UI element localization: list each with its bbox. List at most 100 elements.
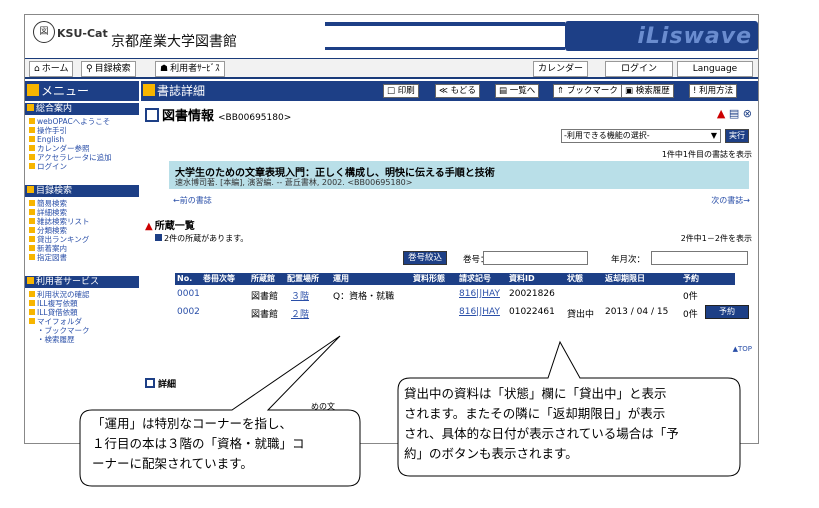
sidebar-item[interactable]: webOPACへようこそ: [29, 117, 139, 126]
sidebar-item[interactable]: 雑誌検索リスト: [29, 217, 139, 226]
sidebar-item[interactable]: マイフォルダ: [29, 317, 139, 326]
table-row: 0002 図書館 ２階 816||HAY 01022461 貸出中 2013 /…: [175, 303, 749, 321]
sidebar-item[interactable]: 利用状況の確認: [29, 290, 139, 299]
list-button[interactable]: ▤ 一覧へ: [495, 84, 540, 98]
sidebar-item[interactable]: ・ブックマーク: [29, 326, 139, 335]
row-number-link[interactable]: 0001: [177, 289, 200, 299]
print-button[interactable]: □ 印刷: [383, 84, 419, 98]
function-select[interactable]: -利用できる機能の選択- ▼: [561, 129, 721, 143]
bookmark-button[interactable]: ⇑ ブックマーク: [553, 84, 622, 98]
callout-line: 約」のボタンも表示されます。: [404, 446, 578, 461]
record-count: 1件中1件目の書誌を表示: [661, 150, 752, 159]
history-button[interactable]: ▣ 検索履歴: [621, 84, 674, 98]
due-date-cell: 2013 / 04 / 15: [605, 307, 669, 317]
sidebar-item[interactable]: 操作手引: [29, 126, 139, 135]
sidebar-item[interactable]: アクセラレータに追加: [29, 153, 139, 162]
bullet-icon: [29, 245, 35, 251]
library-cell: 図書館: [251, 292, 279, 302]
section-title: 図書情報: [162, 109, 215, 124]
callout-line: ーナーに配架されています。: [92, 456, 253, 471]
user-service-button[interactable]: ☗ 利用者ｻｰﾋﾞｽ: [155, 61, 225, 77]
catalog-search-button[interactable]: ⚲ 目録検索: [81, 61, 136, 77]
top-navigation: ⌂ ホーム ⚲ 目録検索 ☗ 利用者ｻｰﾋﾞｽ カレンダー ログイン Language: [25, 59, 758, 79]
sidebar-item[interactable]: 指定図書: [29, 253, 139, 262]
sidebar-section-catalog: 目録検索: [25, 185, 139, 197]
reservation-count: 0件: [683, 310, 698, 320]
help-button[interactable]: ! 利用方法: [689, 84, 738, 98]
volume-input[interactable]: [483, 251, 588, 265]
column-header: 資料形態: [413, 274, 445, 283]
browser-frame: 図 KSU-Cat 京都産業大学図書館 iLiswave ⌂ ホーム ⚲ 目録検索 …: [24, 14, 759, 444]
sidebar-section-user: 利用者サービス: [25, 276, 139, 288]
sidebar-item[interactable]: 分類検索: [29, 226, 139, 235]
table-header-row: No. 巻冊次等 所蔵館 配置場所 運用 資料形態 請求記号 資料ID 状態 返…: [175, 273, 735, 285]
bullet-icon: [29, 236, 35, 242]
building-icon: ▲: [145, 221, 153, 232]
bullet-icon: [29, 163, 35, 169]
bullet-icon: [29, 309, 35, 315]
holdings-note: 2件の所蔵があります。: [155, 233, 248, 244]
page-title: 書誌詳細: [157, 84, 206, 98]
sidebar-item[interactable]: English: [29, 135, 139, 144]
sidebar-item[interactable]: ログイン: [29, 162, 139, 171]
table-row: 0001 図書館 ３階 Q：資格・就職 816||HAY 20021826 0件: [175, 285, 735, 303]
sidebar-item[interactable]: ・検索履歴: [29, 335, 139, 344]
reserve-button[interactable]: 予約: [705, 305, 749, 319]
history-icon: ▣: [625, 86, 636, 96]
calendar-button[interactable]: カレンダー: [533, 61, 589, 77]
holdings-icon[interactable]: ▲: [717, 107, 725, 120]
execute-button[interactable]: 実行: [725, 129, 749, 143]
sidebar-item[interactable]: ILL複写依頼: [29, 299, 139, 308]
record-actions: ▲ ▤ ⊗: [717, 107, 752, 120]
bullet-icon: [29, 318, 35, 324]
mail-icon[interactable]: ⊗: [743, 107, 752, 120]
volume-filter-button[interactable]: 巻号絞込: [403, 251, 448, 265]
bullet-icon: [29, 145, 35, 151]
callout-line: １行目の本は３階の「資格・就職」コ: [92, 436, 305, 451]
holdings-header: ▲ 所蔵一覧: [145, 221, 195, 232]
title-marker-icon: [143, 84, 155, 96]
location-link[interactable]: ２階: [291, 307, 309, 320]
row-number-link[interactable]: 0002: [177, 307, 200, 317]
prev-record-link[interactable]: ←前の書誌: [173, 195, 212, 206]
next-record-link[interactable]: 次の書誌→: [711, 195, 750, 206]
callout-line: 「運用」は特別なコーナーを指し、: [92, 416, 293, 431]
item-id-cell: 01022461: [509, 307, 555, 317]
sidebar-item[interactable]: 貸出ランキング: [29, 235, 139, 244]
call-number-link[interactable]: 816||HAY: [459, 289, 500, 299]
sidebar-item[interactable]: 新着案内: [29, 244, 139, 253]
menu-marker-icon: [27, 84, 39, 96]
detail-marker-icon: [145, 378, 155, 388]
reservation-count: 0件: [683, 292, 698, 302]
bullet-icon: [29, 218, 35, 224]
call-number-link[interactable]: 816||HAY: [459, 307, 500, 317]
sidebar-item[interactable]: 簡易検索: [29, 199, 139, 208]
bookmark-icon: ⇑: [557, 86, 567, 96]
bullet-icon: [29, 254, 35, 260]
year-input[interactable]: [651, 251, 748, 265]
section-marker-icon: [27, 104, 34, 111]
sidebar-item[interactable]: カレンダー参照: [29, 144, 139, 153]
location-link[interactable]: ３階: [291, 289, 309, 302]
sidebar-item[interactable]: ILL貸借依頼: [29, 308, 139, 317]
bullet-icon: [29, 154, 35, 160]
login-button[interactable]: ログイン: [605, 61, 673, 77]
ksu-cat-logo[interactable]: KSU-Cat: [57, 27, 108, 40]
bullet-icon: [29, 200, 35, 206]
holdings-table: No. 巻冊次等 所蔵館 配置場所 運用 資料形態 請求記号 資料ID 状態 返…: [175, 273, 749, 321]
language-button[interactable]: Language: [677, 61, 753, 77]
sidebar-user-list: 利用状況の確認 ILL複写依頼 ILL貸借依頼 マイフォルダ ・ブックマーク ・…: [25, 288, 139, 344]
callout-right-text: 貸出中の資料は「状態」欄に「貸出中」と表示 されます。またその隣に「返却期限日」…: [404, 384, 679, 464]
back-button[interactable]: ≪ もどる: [435, 84, 480, 98]
university-seal-icon: 図: [33, 21, 55, 43]
home-button[interactable]: ⌂ ホーム: [29, 61, 74, 77]
sidebar-item[interactable]: 詳細検索: [29, 208, 139, 217]
usage-cell: Q：資格・就職: [333, 292, 395, 302]
callout-line: されます。またその隣に「返却期限日」が表示: [404, 406, 666, 421]
back-to-top-link[interactable]: ▲TOP: [733, 345, 752, 353]
bullet-icon: [29, 227, 35, 233]
column-header: 請求記号: [459, 274, 491, 283]
section-header-book-info: 図書情報 <BB00695180>: [145, 105, 291, 124]
list-view-icon[interactable]: ▤: [729, 107, 739, 120]
print-icon: □: [387, 86, 398, 96]
